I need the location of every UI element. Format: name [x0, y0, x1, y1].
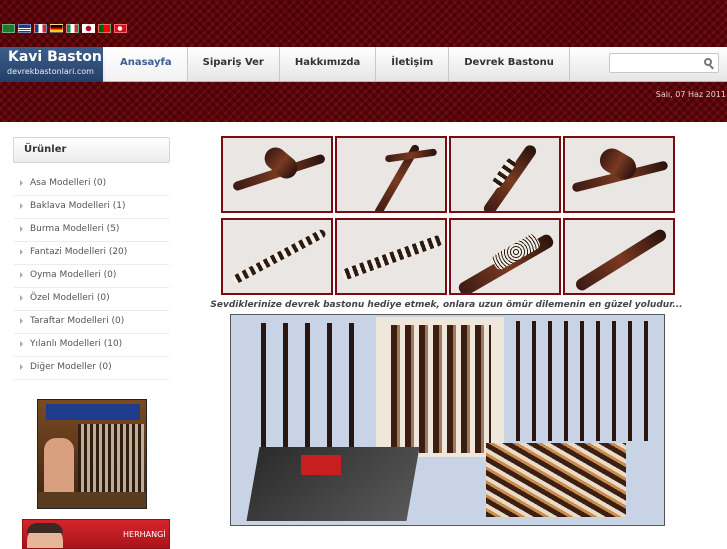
flag-uk-icon[interactable] [18, 24, 31, 33]
person-hair [27, 523, 63, 533]
flag-saudi-icon[interactable] [2, 24, 15, 33]
gallery-thumb[interactable] [563, 136, 675, 213]
flag-turkey-icon[interactable] [114, 24, 127, 33]
logo-subtitle: devrekbastonlari.com [7, 67, 94, 76]
flag-italy-icon[interactable] [66, 24, 79, 33]
cane-image [573, 227, 669, 293]
current-date: Salı, 07 Haz 2011 [655, 90, 726, 99]
category-label: Oyma Modelleri (0) [30, 270, 117, 280]
category-label: Fantazi Modelleri (20) [30, 247, 128, 257]
bullet-icon [20, 202, 23, 209]
nav-item-iletisim[interactable]: İletişim [376, 47, 450, 81]
category-label: Burma Modelleri (5) [30, 224, 120, 234]
bullet-icon [20, 179, 23, 186]
bullet-icon [20, 340, 23, 347]
nav-menu: Anasayfa Sipariş Ver Hakkımızda İletişim… [105, 47, 570, 81]
search-input[interactable] [613, 58, 702, 76]
category-label: Baklava Modelleri (1) [30, 201, 126, 211]
category-item[interactable]: Taraftar Modelleri (0) [14, 311, 169, 334]
category-label: Asa Modelleri (0) [30, 178, 107, 188]
nav-item-hakkimizda[interactable]: Hakkımızda [280, 47, 377, 81]
flag-france-icon[interactable] [34, 24, 47, 33]
bullet-icon [20, 317, 23, 324]
category-item[interactable]: Asa Modelleri (0) [14, 173, 169, 196]
cane-image [481, 142, 539, 211]
bullet-icon [20, 271, 23, 278]
tagline-text: Sevdiklerinize devrek bastonu hediye etm… [210, 300, 683, 310]
gallery-thumb[interactable] [221, 218, 333, 295]
boxed-canes-label [301, 455, 341, 475]
flag-portugal-icon[interactable] [98, 24, 111, 33]
category-item[interactable]: Yılanlı Modelleri (10) [14, 334, 169, 357]
category-label: Taraftar Modelleri (0) [30, 316, 125, 326]
bullet-icon [20, 248, 23, 255]
gallery-thumb[interactable] [335, 218, 447, 295]
shop-photo-ad[interactable] [37, 399, 147, 509]
canes-row-image [516, 321, 656, 441]
nav-item-devrek-bastonu[interactable]: Devrek Bastonu [449, 47, 570, 81]
flag-germany-icon[interactable] [50, 24, 63, 33]
category-item[interactable]: Burma Modelleri (5) [14, 219, 169, 242]
nav-item-anasayfa[interactable]: Anasayfa [105, 47, 188, 81]
canes-group-image [251, 323, 361, 453]
gallery-thumb[interactable] [335, 136, 447, 213]
cane-display [78, 424, 144, 494]
gallery-thumb[interactable] [449, 218, 561, 295]
gallery-thumb[interactable] [221, 136, 333, 213]
nav-item-siparis-ver[interactable]: Sipariş Ver [188, 47, 280, 81]
shopkeeper-figure [44, 438, 74, 494]
bullet-icon [20, 225, 23, 232]
category-list: Asa Modelleri (0) Baklava Modelleri (1) … [14, 173, 169, 380]
shop-counter [38, 492, 146, 508]
cane-image [340, 234, 444, 281]
cane-stand-image [391, 325, 491, 453]
site-logo[interactable]: Kavi Baston devrekbastonlari.com [0, 47, 103, 82]
flag-japan-icon[interactable] [82, 24, 95, 33]
cane-image [230, 228, 328, 285]
category-item[interactable]: Oyma Modelleri (0) [14, 265, 169, 288]
sidebar-heading-label: Ürünler [24, 144, 67, 155]
category-item[interactable]: Fantazi Modelleri (20) [14, 242, 169, 265]
category-label: Yılanlı Modelleri (10) [30, 339, 123, 349]
cane-pile-image [486, 443, 626, 517]
sidebar-heading: Ürünler [13, 137, 170, 163]
search-box [609, 53, 719, 76]
gallery-thumb[interactable] [563, 218, 675, 295]
promo-banner-text: HERHANGİ [123, 530, 166, 539]
language-flags [2, 24, 127, 33]
category-item[interactable]: Diğer Modeller (0) [14, 357, 169, 380]
gallery-thumb[interactable] [449, 136, 561, 213]
main-product-photo[interactable] [230, 314, 665, 526]
bullet-icon [20, 363, 23, 370]
search-icon[interactable] [704, 58, 712, 66]
category-item[interactable]: Baklava Modelleri (1) [14, 196, 169, 219]
category-label: Diğer Modeller (0) [30, 362, 112, 372]
logo-title: Kavi Baston [8, 49, 102, 65]
tagline: Sevdiklerinize devrek bastonu hediye etm… [0, 300, 727, 310]
shop-sign [46, 404, 140, 420]
